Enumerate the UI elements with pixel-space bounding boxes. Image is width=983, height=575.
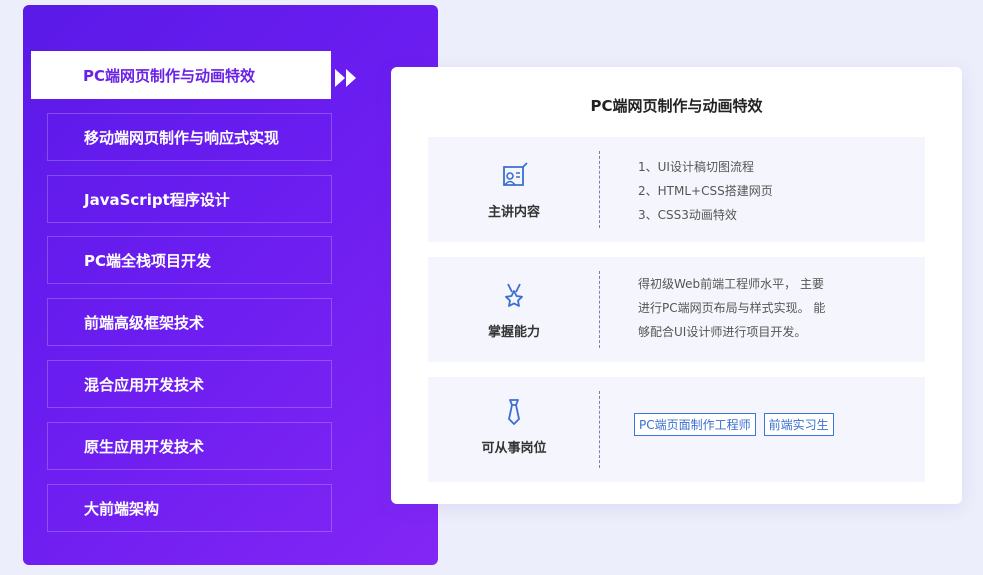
menu-item-label: 原生应用开发技术 bbox=[84, 437, 205, 456]
medal-icon bbox=[505, 283, 523, 307]
main-content-list: 1、UI设计稿切图流程 2、HTML+CSS搭建网页 3、CSS3动画特效 bbox=[638, 155, 773, 227]
menu-item-fullstack[interactable]: PC端全栈项目开发 bbox=[47, 236, 332, 284]
list-item: 2、HTML+CSS搭建网页 bbox=[638, 184, 773, 198]
menu-item-framework[interactable]: 前端高级框架技术 bbox=[47, 298, 332, 346]
menu-item-label: JavaScript程序设计 bbox=[84, 190, 230, 209]
divider bbox=[599, 151, 600, 228]
main-content-label: 主讲内容 bbox=[487, 205, 540, 220]
menu-item-label: PC端全栈项目开发 bbox=[84, 251, 212, 270]
job-tags: PC端页面制作工程师 前端实习生 bbox=[634, 413, 834, 436]
menu-item-hybrid[interactable]: 混合应用开发技术 bbox=[47, 360, 332, 408]
menu-item-label: 大前端架构 bbox=[84, 499, 160, 518]
course-detail-card: PC端网页制作与动画特效 主讲内容 1、UI设计稿切图流程 2、HTML+CSS… bbox=[391, 67, 962, 504]
tie-icon bbox=[508, 399, 520, 425]
course-menu-panel: PC端网页制作与动画特效 移动端网页制作与响应式实现 JavaScript程序设… bbox=[23, 5, 438, 565]
menu-item-label: 移动端网页制作与响应式实现 bbox=[84, 128, 280, 147]
divider bbox=[599, 391, 600, 468]
ability-line: 进行PC端网页布局与样式实现。 能 bbox=[638, 301, 826, 315]
divider bbox=[599, 271, 600, 348]
jobs-label: 可从事岗位 bbox=[481, 441, 547, 456]
detail-title: PC端网页制作与动画特效 bbox=[590, 97, 763, 115]
ability-label: 掌握能力 bbox=[487, 325, 540, 340]
ability-line: 得初级Web前端工程师水平， 主要 bbox=[638, 277, 824, 291]
design-icon bbox=[503, 162, 528, 186]
menu-item-native[interactable]: 原生应用开发技术 bbox=[47, 422, 332, 470]
menu-item-mobile-web[interactable]: 移动端网页制作与响应式实现 bbox=[47, 113, 332, 161]
list-item: 1、UI设计稿切图流程 bbox=[638, 160, 754, 174]
ability-line: 够配合UI设计师进行项目开发。 bbox=[638, 325, 807, 339]
menu-item-label: 前端高级框架技术 bbox=[84, 313, 205, 332]
list-item: 3、CSS3动画特效 bbox=[638, 208, 737, 222]
menu-item-label: 混合应用开发技术 bbox=[84, 375, 205, 394]
main-content-block: 主讲内容 1、UI设计稿切图流程 2、HTML+CSS搭建网页 3、CSS3动画… bbox=[428, 137, 925, 242]
job-tag[interactable]: PC端页面制作工程师 bbox=[634, 413, 756, 436]
menu-item-label: PC端网页制作与动画特效 bbox=[83, 66, 256, 85]
menu-item-javascript[interactable]: JavaScript程序设计 bbox=[47, 175, 332, 223]
menu-item-pc-web[interactable]: PC端网页制作与动画特效 bbox=[31, 51, 331, 99]
ability-description: 得初级Web前端工程师水平， 主要 进行PC端网页布局与样式实现。 能 够配合U… bbox=[638, 272, 848, 344]
ability-block: 掌握能力 得初级Web前端工程师水平， 主要 进行PC端网页布局与样式实现。 能… bbox=[428, 257, 925, 362]
job-tag[interactable]: 前端实习生 bbox=[763, 413, 834, 436]
fast-forward-icon bbox=[335, 69, 356, 87]
menu-item-architecture[interactable]: 大前端架构 bbox=[47, 484, 332, 532]
jobs-block: 可从事岗位 PC端页面制作工程师 前端实习生 bbox=[428, 377, 925, 482]
